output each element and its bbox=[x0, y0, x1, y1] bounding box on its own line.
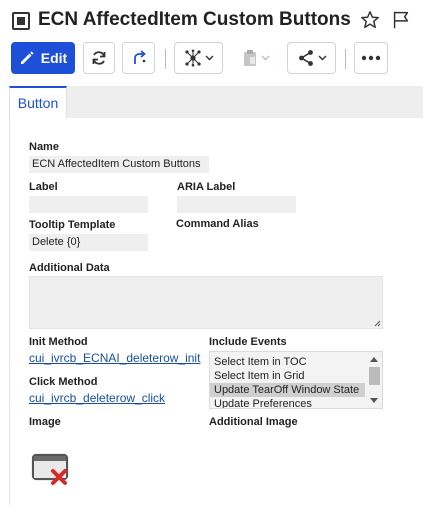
edit-button[interactable]: Edit bbox=[11, 42, 75, 74]
label-label: Label bbox=[29, 181, 58, 193]
additional-data-textarea[interactable] bbox=[29, 276, 383, 329]
list-item[interactable]: Select Item in TOC bbox=[210, 355, 365, 369]
edit-button-label: Edit bbox=[40, 50, 68, 66]
page-title: ECN AffectedItem Custom Buttons bbox=[38, 9, 351, 30]
form-icon bbox=[12, 12, 30, 30]
image-label: Image bbox=[29, 416, 61, 428]
panel-border bbox=[9, 118, 10, 505]
include-events-label: Include Events bbox=[209, 336, 287, 348]
additional-data-label: Additional Data bbox=[29, 262, 110, 274]
tooltip-template-label: Tooltip Template bbox=[29, 219, 116, 231]
clipboard-menu-button[interactable] bbox=[231, 42, 280, 74]
additional-image-label: Additional Image bbox=[209, 416, 298, 428]
window-delete-icon bbox=[31, 453, 69, 485]
network-icon bbox=[184, 49, 201, 67]
redo-icon bbox=[133, 50, 146, 64]
tooltip-template-field[interactable]: Delete {0} bbox=[29, 234, 148, 251]
pencil-icon bbox=[20, 51, 34, 64]
chevron-down-icon bbox=[205, 55, 213, 61]
chevron-down-icon bbox=[318, 55, 326, 61]
flag-icon[interactable] bbox=[390, 9, 412, 31]
share-menu-button[interactable] bbox=[287, 42, 336, 74]
aria-label-field[interactable] bbox=[177, 196, 296, 213]
name-field[interactable]: ECN AffectedItem Custom Buttons bbox=[29, 156, 209, 173]
title-bar: ECN AffectedItem Custom Buttons bbox=[0, 0, 423, 40]
toolbar-divider bbox=[345, 49, 346, 69]
list-item[interactable]: Update Preferences bbox=[210, 397, 365, 408]
tab-strip: Button bbox=[9, 86, 423, 118]
name-label: Name bbox=[29, 141, 59, 153]
init-method-label: Init Method bbox=[29, 336, 88, 348]
structure-menu-button[interactable] bbox=[174, 42, 223, 74]
more-icon bbox=[361, 55, 381, 61]
refresh-icon bbox=[92, 51, 106, 65]
tab-button[interactable]: Button bbox=[9, 86, 67, 118]
listbox-scrollbar[interactable] bbox=[366, 352, 382, 408]
redo-button[interactable] bbox=[122, 42, 155, 74]
scroll-up-icon[interactable] bbox=[370, 357, 378, 362]
scrollbar-thumb[interactable] bbox=[369, 367, 380, 385]
toolbar-divider bbox=[165, 49, 166, 69]
star-icon[interactable] bbox=[359, 9, 381, 31]
label-field[interactable] bbox=[29, 196, 148, 213]
chevron-down-icon bbox=[261, 55, 269, 61]
list-item[interactable]: Select Item in Grid bbox=[210, 369, 365, 383]
clipboard-icon bbox=[243, 50, 256, 66]
aria-label-label: ARIA Label bbox=[177, 181, 236, 193]
resize-grip-icon[interactable] bbox=[373, 319, 381, 327]
command-alias-label: Command Alias bbox=[176, 218, 259, 230]
toolbar: Edit bbox=[0, 40, 423, 78]
click-method-label: Click Method bbox=[29, 376, 98, 388]
click-method-link[interactable]: cui_ivrcb_deleterow_click bbox=[29, 391, 165, 405]
refresh-button[interactable] bbox=[83, 42, 115, 74]
share-icon bbox=[298, 50, 313, 66]
list-item-selected[interactable]: Update TearOff Window State bbox=[210, 383, 365, 397]
init-method-link[interactable]: cui_ivrcb_ECNAI_deleterow_init bbox=[29, 351, 200, 365]
scroll-down-icon[interactable] bbox=[370, 398, 378, 403]
include-events-listbox[interactable]: Select Item in TOC Select Item in Grid U… bbox=[209, 351, 383, 409]
more-button[interactable] bbox=[354, 42, 388, 74]
